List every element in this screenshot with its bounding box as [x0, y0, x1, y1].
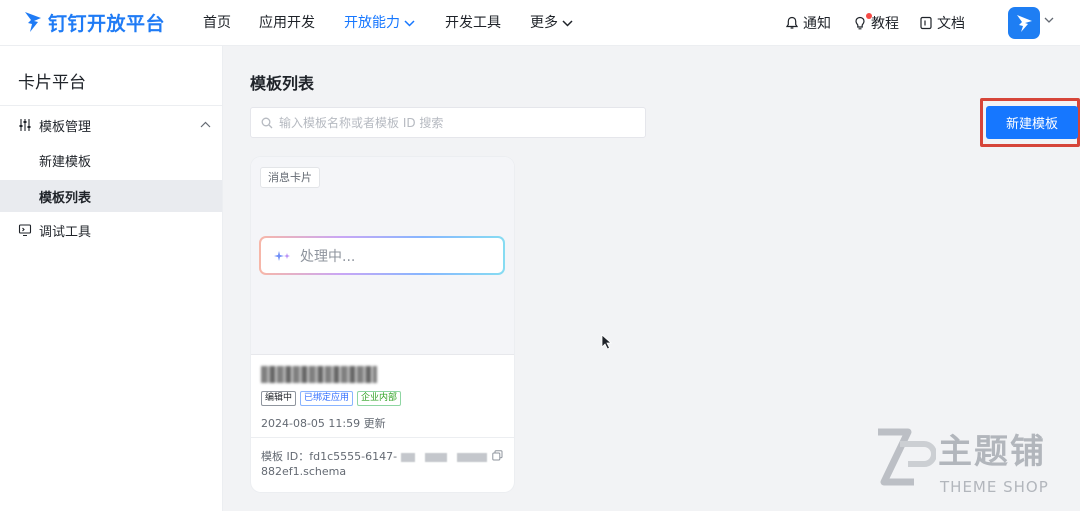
sidebar-item-debug-tools[interactable]: 调试工具 — [0, 214, 222, 246]
sidebar-divider — [0, 105, 223, 106]
chevron-down-icon[interactable] — [1044, 17, 1054, 24]
status-badge-editing: 编辑中 — [261, 391, 297, 406]
sidebar-item-template-list[interactable]: 模板列表 — [0, 180, 222, 212]
sidebar-item-template-management[interactable]: 模板管理 — [0, 109, 222, 141]
dingtalk-logo[interactable]: 钉钉开放平台 — [22, 7, 165, 37]
new-template-button[interactable]: 新建模板 — [986, 106, 1078, 139]
chevron-down-icon — [404, 19, 415, 27]
document-icon — [920, 16, 932, 30]
nav-home-label: 首页 — [203, 15, 231, 31]
badge-group: 编辑中 已绑定应用 企业内部 — [261, 391, 405, 406]
notifications-label: 通知 — [803, 16, 831, 32]
top-navigation-bar: 钉钉开放平台 首页 应用开发 开放能力 开发工具 更多 通知 教程 文档 — [0, 0, 1080, 46]
tutorial-button[interactable]: 教程 — [853, 0, 899, 46]
search-icon — [261, 117, 273, 128]
watermark-subtext: THEME SHOP — [940, 478, 1049, 496]
page-title: 模板列表 — [250, 74, 315, 93]
nav-open-capabilities-label: 开放能力 — [344, 15, 400, 31]
updated-time: 2024-08-05 11:59 更新 — [261, 417, 386, 430]
card-divider — [251, 437, 514, 438]
card-name-redacted — [261, 366, 377, 383]
template-id-prefix: 模板 ID：fd1c5555-6147- — [261, 450, 398, 463]
theme-shop-logo-icon — [878, 428, 936, 486]
chevron-down-icon — [562, 19, 573, 27]
nav-more-label: 更多 — [530, 15, 558, 31]
nav-dev-tools-label: 开发工具 — [445, 15, 501, 31]
redacted-block — [457, 452, 488, 462]
mouse-cursor-icon — [601, 334, 613, 350]
sparkle-icon — [274, 250, 290, 261]
card-type-tag: 消息卡片 — [260, 167, 320, 188]
nav-open-capabilities[interactable]: 开放能力 — [344, 0, 415, 46]
sidebar-item-label: 新建模板 — [39, 154, 92, 170]
search-input[interactable] — [279, 115, 619, 130]
docs-label: 文档 — [937, 16, 965, 32]
search-box[interactable] — [250, 107, 646, 138]
docs-button[interactable]: 文档 — [919, 0, 965, 46]
chevron-up-icon — [200, 121, 211, 128]
tutorial-label: 教程 — [871, 16, 899, 32]
sidebar-item-label: 模板列表 — [39, 190, 92, 206]
nav-app-dev[interactable]: 应用开发 — [259, 0, 315, 46]
nav-app-dev-label: 应用开发 — [259, 15, 315, 31]
sidebar-item-new-template[interactable]: 新建模板 — [0, 144, 222, 176]
template-id-suffix: 882ef1.schema — [261, 465, 347, 478]
nav-more[interactable]: 更多 — [530, 0, 573, 46]
status-badge-internal: 企业内部 — [357, 391, 402, 406]
template-id-line: 模板 ID：fd1c5555-6147- — [261, 448, 488, 464]
processing-box: 处理中... — [259, 236, 505, 275]
sidebar: 卡片平台 模板管理 新建模板 模板列表 调试工具 — [0, 46, 223, 511]
lightbulb-icon — [855, 16, 865, 30]
redacted-block — [401, 452, 416, 462]
unread-dot — [866, 13, 872, 19]
user-avatar[interactable] — [1008, 7, 1040, 39]
sliders-icon — [19, 119, 31, 131]
sidebar-title: 卡片平台 — [18, 73, 86, 93]
sidebar-item-label: 模板管理 — [39, 119, 92, 135]
card-preview: 消息卡片 处理中... — [251, 157, 514, 355]
processing-text: 处理中... — [300, 248, 356, 265]
processing-box-inner: 处理中... — [261, 238, 503, 273]
copy-icon[interactable] — [492, 450, 503, 461]
monitor-icon — [18, 224, 32, 237]
bell-icon — [785, 16, 799, 29]
status-badge-bound: 已绑定应用 — [300, 391, 354, 406]
redacted-block — [425, 452, 448, 462]
nav-home[interactable]: 首页 — [203, 0, 231, 46]
sidebar-item-label: 调试工具 — [39, 224, 92, 240]
watermark-text: 主题铺 — [938, 432, 1046, 472]
nav-dev-tools[interactable]: 开发工具 — [445, 0, 501, 46]
brand-name: 钉钉开放平台 — [48, 12, 166, 35]
template-card[interactable]: 消息卡片 处理中... 编辑中 已绑定应用 企业内部 2024-08-05 11… — [251, 157, 514, 492]
notifications-button[interactable]: 通知 — [785, 0, 831, 46]
watermark: 主题铺 THEME SHOP — [868, 420, 1068, 500]
dingtalk-logo-icon — [25, 12, 41, 32]
dingtalk-app-icon — [1017, 15, 1032, 32]
